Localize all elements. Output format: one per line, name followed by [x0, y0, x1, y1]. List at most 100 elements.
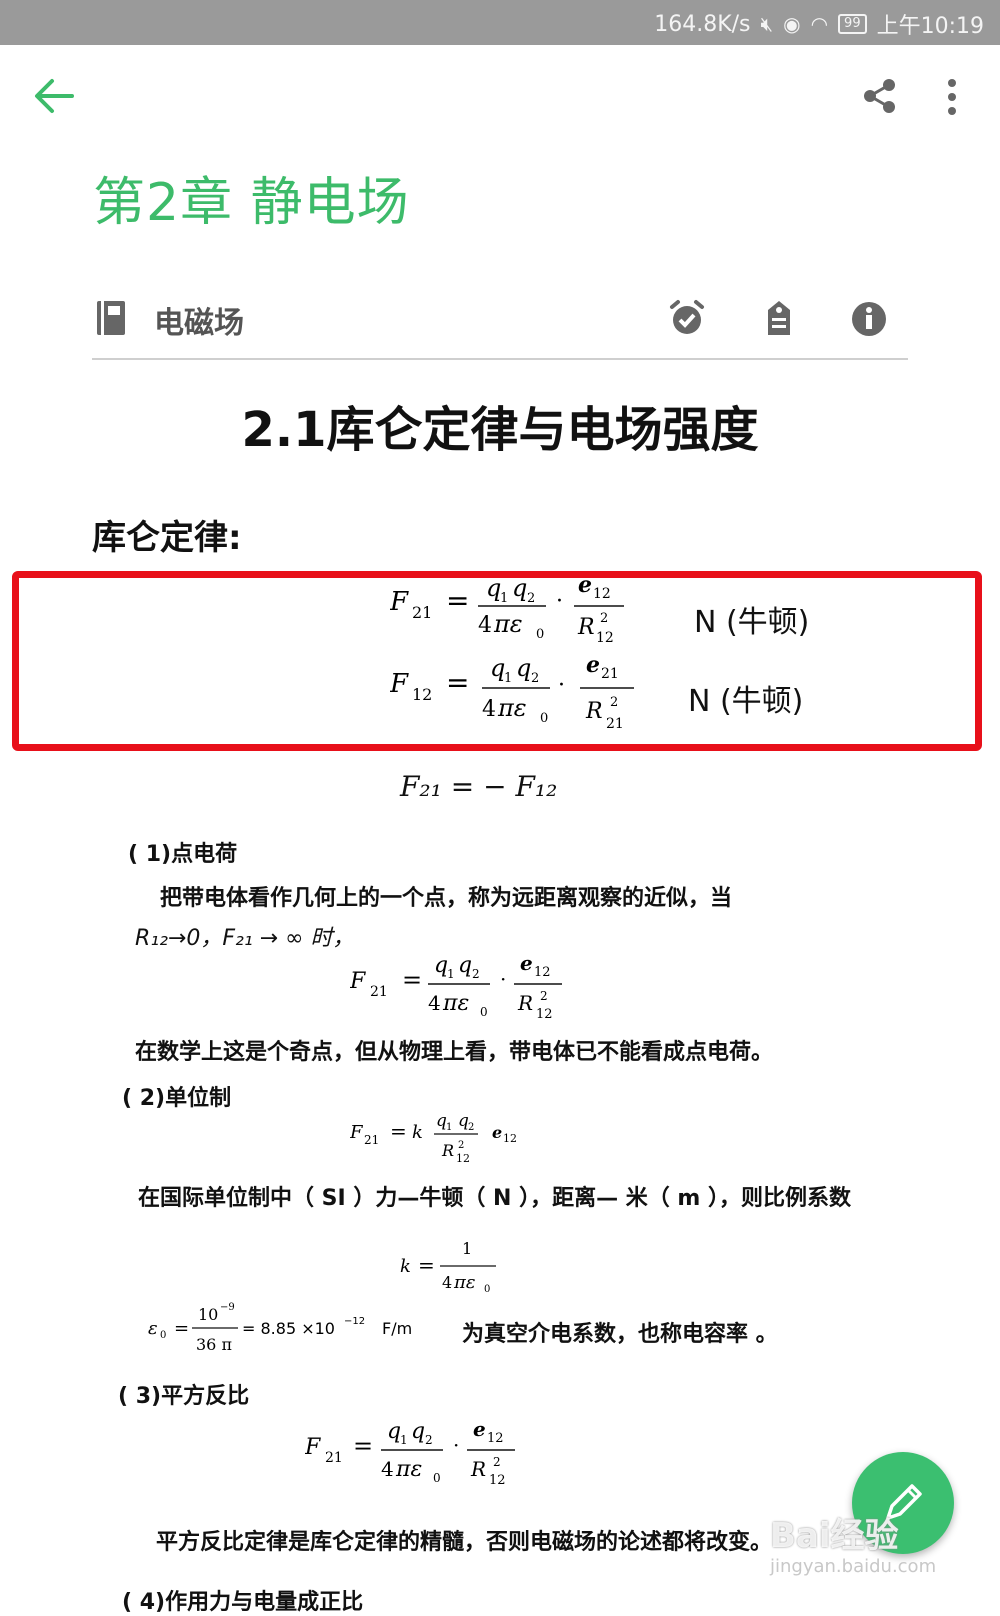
svg-text:2: 2 — [531, 671, 539, 686]
k-numerator: 1 — [462, 1239, 472, 1258]
svg-text:e: e — [586, 652, 600, 678]
point-charge-formula: F 21 = q1 q2 4 πε 0 · e 12 R 212 — [350, 951, 562, 1022]
unit-label-2: N (牛顿) — [688, 684, 804, 719]
more-vert-icon[interactable] — [946, 78, 958, 118]
svg-text:R: R — [470, 1457, 486, 1481]
notebook-label[interactable]: 电磁场 — [154, 298, 244, 342]
svg-text:0: 0 — [433, 1471, 441, 1485]
svg-text:ε: ε — [148, 1318, 158, 1339]
svg-text:·: · — [500, 967, 506, 991]
epsilon-value: = 8.85 ×10 — [242, 1319, 335, 1338]
alarm-icon[interactable] — [668, 298, 706, 338]
svg-text:k: k — [400, 1256, 411, 1277]
clock: 上午10:19 — [876, 14, 984, 39]
eye-icon: ◉ — [783, 12, 801, 36]
svg-text:e: e — [473, 1417, 486, 1441]
svg-text:1: 1 — [446, 1122, 452, 1133]
svg-text:1: 1 — [500, 591, 508, 606]
point-charge-heading: ( 1)点电荷 — [128, 842, 238, 867]
svg-text:F: F — [390, 587, 409, 617]
svg-text:12: 12 — [503, 1132, 517, 1145]
svg-text:·: · — [556, 589, 563, 614]
svg-text:4: 4 — [442, 1273, 452, 1292]
share-icon[interactable] — [862, 78, 898, 114]
coulomb-formula-f12: F 12 = q1 q2 4 πε 0 · e 21 R 221 — [390, 652, 634, 732]
svg-text:R: R — [585, 699, 603, 724]
baidu-watermark: Bai经验 — [770, 1516, 899, 1556]
svg-text:·: · — [558, 673, 565, 698]
point-charge-text-1: 把带电体看作几何上的一个点，称为远距离观察的近似，当 — [160, 886, 733, 911]
svg-text:e: e — [520, 951, 533, 975]
svg-text:0: 0 — [540, 711, 548, 726]
chapter-title: 第2章 静电场 — [93, 173, 410, 233]
svg-text:e: e — [492, 1123, 502, 1142]
svg-text:0: 0 — [160, 1330, 166, 1341]
back-arrow-icon[interactable] — [28, 70, 80, 122]
inverse-square-heading: ( 3)平方反比 — [118, 1384, 250, 1409]
svg-text:21: 21 — [370, 984, 388, 1000]
svg-text:2: 2 — [458, 1140, 464, 1151]
svg-text:2: 2 — [540, 989, 548, 1003]
coulomb-k-formula: F 21 = k q1 q2 R 212 e 12 — [350, 1111, 517, 1165]
svg-text:21: 21 — [325, 1450, 343, 1466]
section-heading: 库仑定律: — [92, 518, 242, 558]
svg-text:0: 0 — [536, 627, 544, 642]
svg-text:F: F — [390, 669, 409, 699]
svg-text:2: 2 — [493, 1455, 501, 1469]
tag-icon[interactable] — [760, 298, 798, 338]
svg-text:=: = — [446, 666, 469, 699]
status-bar: 164.8K/s 🔇︎ ◉ ◠ 99 上午10:19 — [0, 0, 1000, 45]
svg-text:2: 2 — [527, 591, 535, 606]
epsilon-formula: ε0 = 10 −9 36 π = 8.85 ×10 −12 F/m — [148, 1302, 412, 1354]
svg-text:12: 12 — [593, 586, 611, 602]
svg-text:q: q — [411, 1419, 425, 1444]
svg-text:πε: πε — [395, 1457, 422, 1482]
svg-text:F: F — [350, 1122, 364, 1143]
k-constant-formula: k = 1 4 πε 0 — [400, 1239, 496, 1295]
svg-text:12: 12 — [456, 1152, 470, 1165]
svg-text:2: 2 — [425, 1433, 433, 1447]
svg-text:q: q — [516, 654, 531, 682]
document-title: 2.1库仑定律与电场强度 — [241, 402, 759, 458]
point-charge-text-2: R₁₂→0，F₂₁ → ∞ 时， — [135, 926, 355, 951]
svg-text:0: 0 — [480, 1005, 488, 1019]
epsilon-description: 为真空介电系数，也称电容率 。 — [462, 1322, 778, 1347]
svg-text:1: 1 — [504, 671, 512, 686]
svg-text:·: · — [453, 1433, 459, 1457]
svg-text:12: 12 — [412, 685, 432, 704]
svg-text:k: k — [412, 1122, 423, 1143]
inverse-square-text: 平方反比定律是库仑定律的精髓，否则电磁场的论述都将改变。 — [156, 1530, 773, 1555]
next-section-heading: ( 4)作用力与电量成正比 — [122, 1590, 364, 1615]
svg-text:2: 2 — [468, 1122, 474, 1133]
svg-text:1: 1 — [400, 1433, 408, 1447]
wifi-icon: ◠ — [810, 12, 829, 36]
svg-text:21: 21 — [364, 1133, 379, 1147]
notebook-bar: 电磁场 — [92, 290, 908, 360]
svg-text:12: 12 — [596, 630, 614, 646]
svg-text:q: q — [387, 1419, 401, 1444]
svg-text:=: = — [418, 1253, 435, 1277]
epsilon-numerator-exponent: −9 — [220, 1302, 235, 1313]
epsilon-unit: F/m — [382, 1319, 412, 1338]
svg-text:F: F — [305, 1435, 321, 1460]
svg-text:12: 12 — [487, 1431, 504, 1446]
svg-text:2: 2 — [610, 695, 618, 710]
svg-text:4: 4 — [478, 613, 492, 638]
unit-label-1: N (牛顿) — [694, 605, 810, 640]
newton-third-law-formula: F₂₁ = − F₁₂ — [400, 770, 558, 803]
svg-text:e: e — [578, 574, 592, 598]
svg-text:12: 12 — [534, 965, 551, 980]
info-icon[interactable] — [850, 298, 888, 338]
svg-text:21: 21 — [412, 603, 432, 622]
svg-text:4: 4 — [381, 1457, 394, 1481]
svg-text:πε: πε — [493, 610, 523, 638]
svg-text:q: q — [458, 953, 472, 978]
svg-text:4: 4 — [428, 991, 441, 1015]
svg-text:R: R — [577, 615, 595, 640]
svg-text:q: q — [434, 953, 448, 978]
svg-text:4: 4 — [482, 697, 496, 722]
coulomb-formula-f21: F 21 = q1 q2 4 πε 0 · e 12 R 212 — [390, 574, 624, 646]
inverse-square-formula: F 21 = q1 q2 4 πε 0 · e 12 R 212 — [305, 1417, 515, 1488]
notebook-icon — [97, 301, 125, 335]
battery-icon: 99 — [838, 14, 867, 34]
